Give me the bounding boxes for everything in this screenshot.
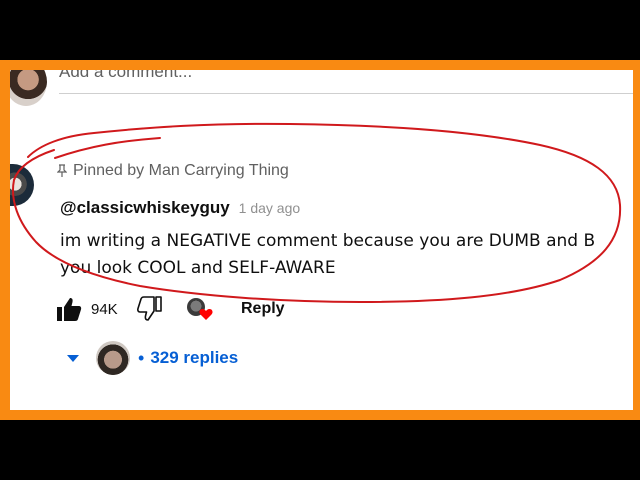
like-icon[interactable]: [56, 296, 82, 322]
comment-actions: 94K Reply: [56, 296, 285, 322]
comment-text-line: you look COOL and SELF-AWARE: [60, 258, 336, 278]
current-user-avatar: [10, 70, 47, 106]
creator-heart-badge: [187, 296, 213, 322]
comment-text-line: im writing a NEGATIVE comment because yo…: [60, 231, 596, 251]
pin-icon: [57, 164, 67, 177]
reply-avatar: [96, 341, 130, 375]
add-comment-input[interactable]: Add a comment...: [59, 70, 633, 82]
author-line: @classicwhiskeyguy 1 day ago: [60, 198, 300, 218]
view-replies-button[interactable]: • 329 replies: [66, 341, 238, 375]
commenter-avatar[interactable]: [10, 164, 34, 206]
comment-body: im writing a NEGATIVE comment because yo…: [60, 228, 633, 282]
comment-timestamp[interactable]: 1 day ago: [239, 200, 301, 216]
replies-separator: •: [138, 347, 145, 368]
chevron-down-icon: [67, 355, 79, 362]
reply-button[interactable]: Reply: [241, 300, 285, 318]
add-comment-underline: [59, 93, 633, 94]
comments-panel: Add a comment... Pinned by Man Carrying …: [10, 70, 633, 410]
replies-count: 329 replies: [150, 348, 239, 367]
like-count: 94K: [91, 300, 118, 318]
comment-author[interactable]: @classicwhiskeyguy: [60, 198, 230, 218]
pinned-text: Pinned by Man Carrying Thing: [73, 162, 289, 179]
dislike-icon[interactable]: [137, 296, 163, 322]
heart-icon: [199, 309, 213, 320]
pinned-label: Pinned by Man Carrying Thing: [57, 162, 289, 180]
